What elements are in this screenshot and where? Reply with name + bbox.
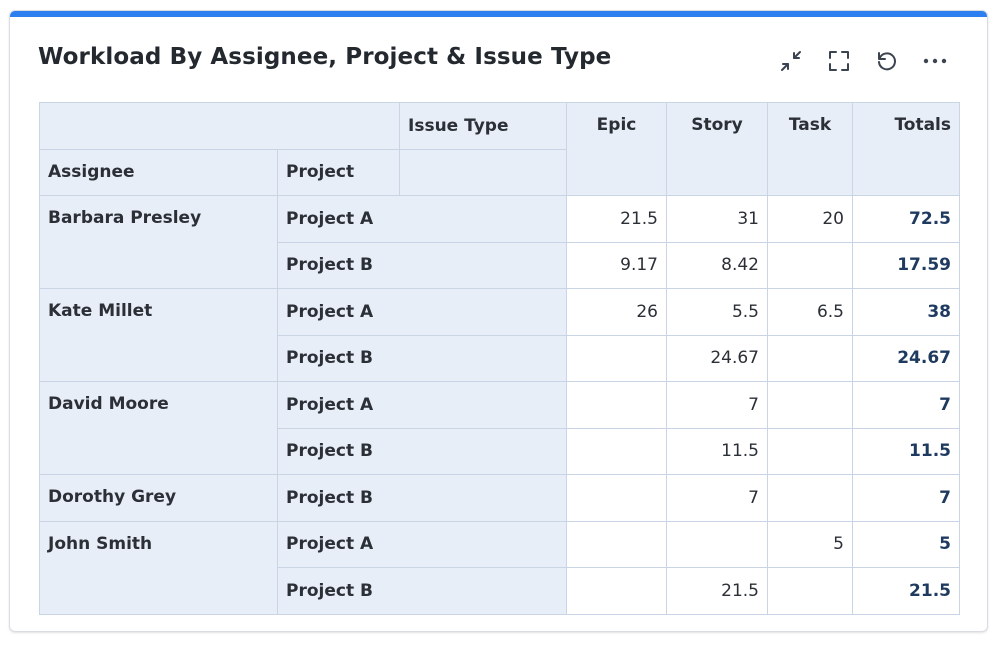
table-row: David Moore Project A 7 7 <box>39 381 960 475</box>
accent-bar <box>10 11 987 17</box>
total-cell: 17.59 <box>852 241 960 289</box>
header-corner <box>39 102 400 150</box>
total-cell: 21.5 <box>852 567 960 615</box>
collapse-button[interactable] <box>767 47 815 75</box>
total-cell: 72.5 <box>852 195 960 243</box>
epic-cell <box>566 474 667 522</box>
project-cell: Project B <box>277 241 567 289</box>
collapse-icon <box>781 51 801 71</box>
story-cell: 7 <box>666 381 768 429</box>
task-cell <box>767 474 853 522</box>
assignee-cell: Dorothy Grey <box>39 474 278 522</box>
fullscreen-icon <box>829 51 849 71</box>
widget-toolbar <box>767 47 959 75</box>
story-cell: 7 <box>666 474 768 522</box>
widget-title: Workload By Assignee, Project & Issue Ty… <box>38 44 612 70</box>
task-cell: 6.5 <box>767 288 853 336</box>
project-cell: Project A <box>277 195 567 243</box>
epic-cell: 9.17 <box>566 241 667 289</box>
epic-cell <box>566 567 667 615</box>
total-cell: 5 <box>852 520 960 568</box>
refresh-icon <box>878 52 896 71</box>
epic-cell <box>566 334 667 382</box>
story-cell: 5.5 <box>666 288 768 336</box>
project-cell: Project A <box>277 381 567 429</box>
header-task[interactable]: Task <box>767 102 853 196</box>
epic-cell <box>566 381 667 429</box>
task-cell <box>767 567 853 615</box>
task-cell <box>767 381 853 429</box>
table-row: Dorothy Grey Project B 7 7 <box>39 474 960 522</box>
header-issue-type: Issue Type <box>399 102 567 150</box>
table-row: Kate Millet Project A 26 5.5 6.5 38 <box>39 288 960 382</box>
total-cell: 7 <box>852 474 960 522</box>
story-cell: 24.67 <box>666 334 768 382</box>
epic-cell: 26 <box>566 288 667 336</box>
refresh-button[interactable] <box>863 47 911 75</box>
total-cell: 24.67 <box>852 334 960 382</box>
project-cell: Project B <box>277 427 567 475</box>
story-cell: 31 <box>666 195 768 243</box>
task-cell <box>767 334 853 382</box>
workload-widget: Workload By Assignee, Project & Issue Ty… <box>9 10 988 632</box>
project-cell: Project A <box>277 520 567 568</box>
story-cell: 8.42 <box>666 241 768 289</box>
task-cell <box>767 427 853 475</box>
assignee-cell: Barbara Presley <box>39 195 278 289</box>
more-options-icon <box>923 58 947 64</box>
epic-cell: 21.5 <box>566 195 667 243</box>
assignee-cell: David Moore <box>39 381 278 475</box>
pivot-table: Issue Type Epic Story Task Totals Assign… <box>39 102 960 615</box>
assignee-cell: John Smith <box>39 520 278 615</box>
project-cell: Project B <box>277 474 567 522</box>
project-cell: Project A <box>277 288 567 336</box>
header-story[interactable]: Story <box>666 102 768 196</box>
header-project[interactable]: Project <box>277 148 400 196</box>
epic-cell <box>566 520 667 568</box>
table-row: John Smith Project A 5 5 <box>39 520 960 615</box>
total-cell: 38 <box>852 288 960 336</box>
header-blank <box>399 148 567 196</box>
header-epic[interactable]: Epic <box>566 102 667 196</box>
total-cell: 7 <box>852 381 960 429</box>
total-cell: 11.5 <box>852 427 960 475</box>
story-cell <box>666 520 768 568</box>
assignee-cell: Kate Millet <box>39 288 278 382</box>
more-options-button[interactable] <box>911 47 959 75</box>
table-row: Barbara Presley Project A 21.5 31 20 72.… <box>39 195 960 289</box>
story-cell: 21.5 <box>666 567 768 615</box>
header-assignee[interactable]: Assignee <box>39 148 278 196</box>
fullscreen-button[interactable] <box>815 47 863 75</box>
task-cell: 5 <box>767 520 853 568</box>
task-cell <box>767 241 853 289</box>
epic-cell <box>566 427 667 475</box>
task-cell: 20 <box>767 195 853 243</box>
story-cell: 11.5 <box>666 427 768 475</box>
project-cell: Project B <box>277 567 567 615</box>
header-totals[interactable]: Totals <box>852 102 960 196</box>
project-cell: Project B <box>277 334 567 382</box>
